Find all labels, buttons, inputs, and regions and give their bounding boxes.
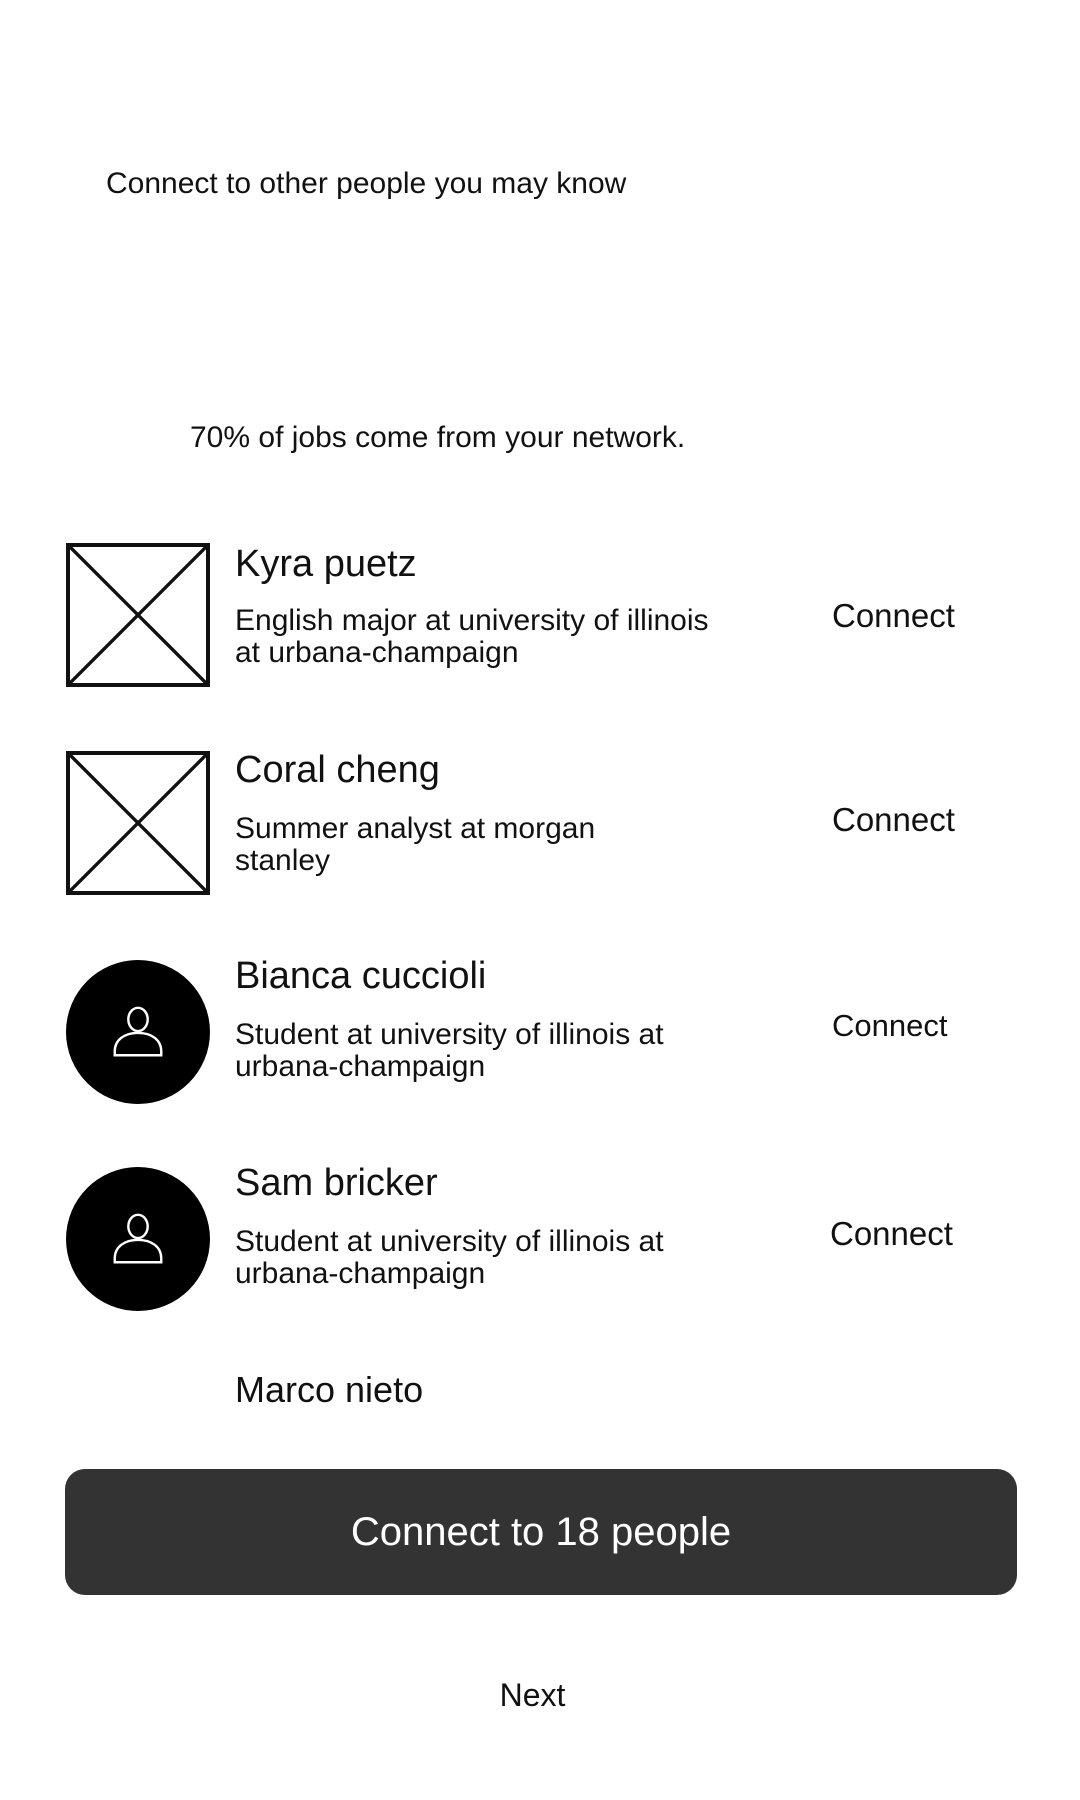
user-avatar-icon [66,960,210,1104]
person-description: English major at university of illinois … [235,604,709,669]
connect-button[interactable]: Connect [832,800,955,840]
user-avatar-icon [66,1167,210,1311]
page-title: Connect to other people you may know [106,167,627,200]
connect-button[interactable]: Connect [832,596,955,636]
connect-button[interactable]: Connect [832,1006,947,1046]
person-description: Summer analyst at morgan stanley [235,812,596,877]
network-tagline: 70% of jobs come from your network. [190,421,686,454]
person-name: Bianca cuccioli [235,955,487,997]
connect-button[interactable]: Connect [830,1214,953,1254]
next-button[interactable]: Next [0,1676,1065,1714]
person-name: Marco nieto [235,1369,424,1410]
connect-all-label: Connect to 18 people [350,1509,732,1554]
person-description: Student at university of illinois at urb… [235,1225,664,1290]
person-name: Coral cheng [235,749,440,791]
connect-all-button[interactable]: Connect to 18 people [65,1469,1017,1595]
person-description: Student at university of illinois at urb… [235,1018,664,1083]
image-placeholder-icon [66,543,210,687]
person-name: Kyra puetz [235,543,417,585]
image-placeholder-icon [66,751,210,895]
person-name: Sam bricker [235,1162,438,1204]
